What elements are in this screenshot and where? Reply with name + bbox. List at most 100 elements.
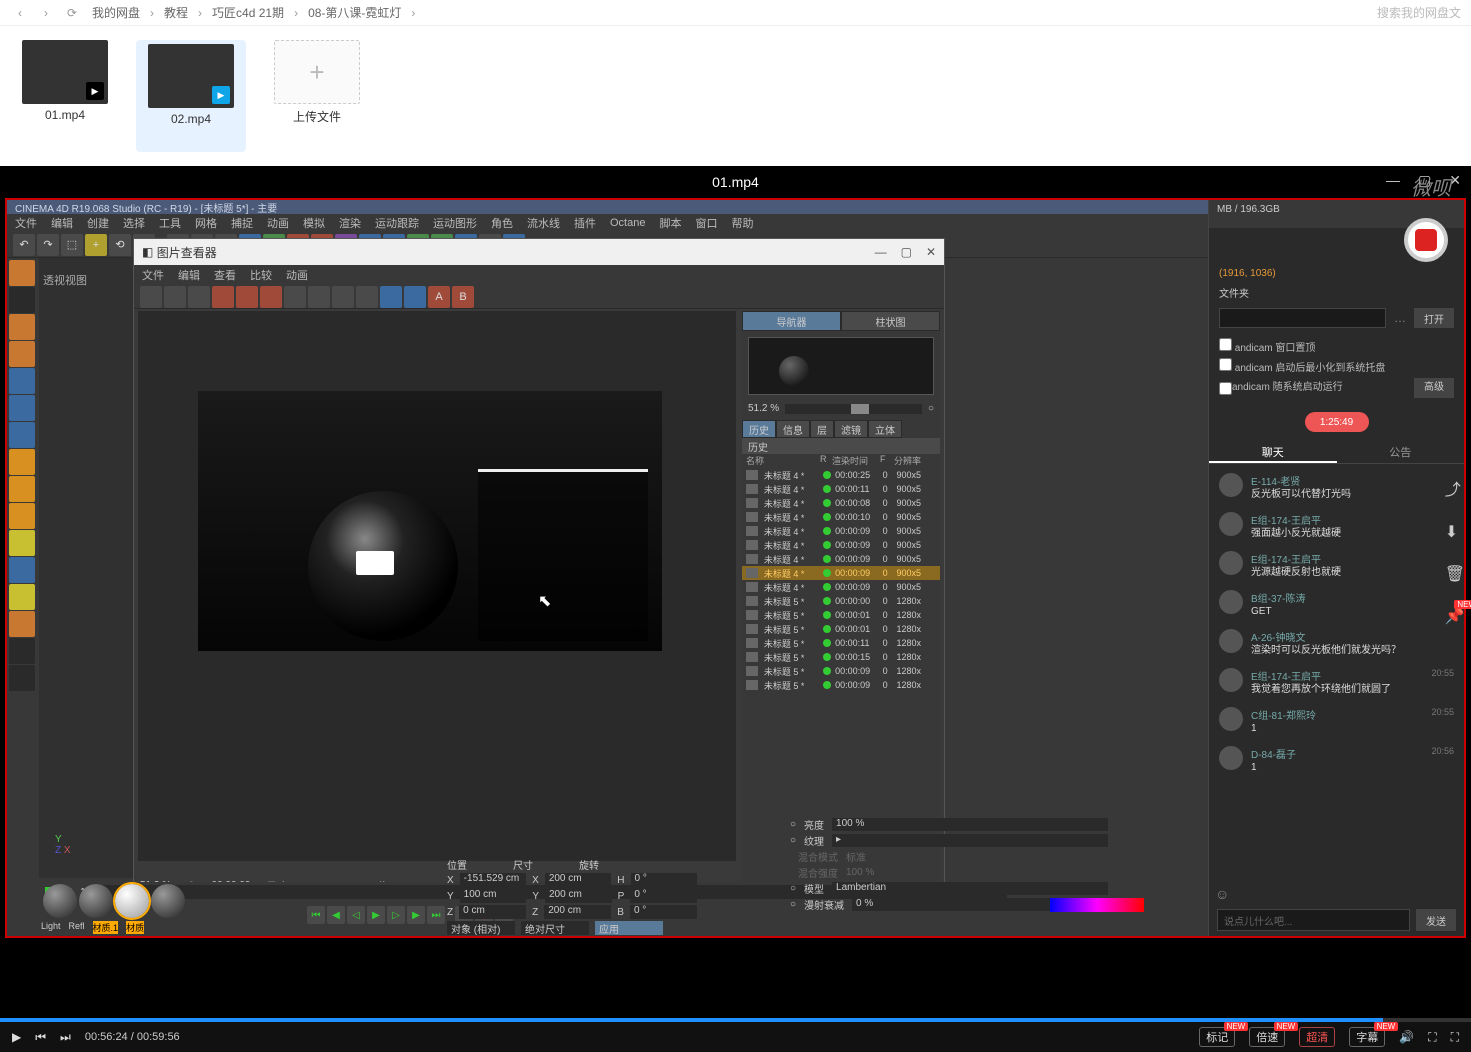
delete-icon[interactable]: 🗑 bbox=[1445, 564, 1465, 584]
model-select[interactable]: Lambertian bbox=[832, 882, 1108, 895]
menu-Octane[interactable]: Octane bbox=[610, 217, 645, 229]
crumb-1[interactable]: 教程 bbox=[164, 4, 188, 21]
prev-key-icon[interactable]: ◀ bbox=[327, 906, 345, 924]
mode-icon[interactable] bbox=[9, 449, 35, 475]
opt-startup[interactable] bbox=[1219, 382, 1232, 395]
menu-角色[interactable]: 角色 bbox=[491, 215, 513, 231]
emoji-icon[interactable]: ☺ bbox=[1215, 886, 1229, 902]
file-upload[interactable]: + 上传文件 bbox=[262, 40, 372, 152]
pv-tool-icon[interactable] bbox=[236, 286, 258, 308]
open-folder-button[interactable]: 打开 bbox=[1414, 308, 1454, 328]
material-light[interactable] bbox=[43, 884, 77, 918]
history-row[interactable]: 未标题 4 *00:00:090900x5 bbox=[742, 538, 940, 552]
pv-tool-icon[interactable] bbox=[380, 286, 402, 308]
mode-icon[interactable] bbox=[9, 584, 35, 610]
forward-button[interactable]: › bbox=[36, 3, 56, 23]
minimize-icon[interactable]: — bbox=[1386, 172, 1400, 189]
history-row[interactable]: 未标题 5 *00:00:0001280x bbox=[742, 594, 940, 608]
pip-icon[interactable]: ⛶ bbox=[1428, 1030, 1436, 1045]
tool-icon[interactable]: ↷ bbox=[37, 234, 59, 256]
mode-icon[interactable] bbox=[9, 341, 35, 367]
rot-h-field[interactable]: 0 ° bbox=[631, 873, 697, 887]
refresh-button[interactable]: ⟳ bbox=[62, 3, 82, 23]
mode-icon[interactable] bbox=[9, 665, 35, 691]
texture-field[interactable]: ▸ bbox=[832, 834, 1108, 847]
crumb-0[interactable]: 我的网盘 bbox=[92, 4, 140, 21]
history-row[interactable]: 未标题 5 *00:00:0901280x bbox=[742, 664, 940, 678]
tab-chat[interactable]: 聊天 bbox=[1209, 442, 1337, 463]
menu-运动图形[interactable]: 运动图形 bbox=[433, 215, 477, 231]
hist-tab-信息[interactable]: 信息 bbox=[776, 420, 810, 438]
hist-tab-滤镜[interactable]: 滤镜 bbox=[834, 420, 868, 438]
select-icon[interactable]: ⬚ bbox=[61, 234, 83, 256]
prev-frame-icon[interactable]: ◁ bbox=[347, 906, 365, 924]
pv-tool-icon[interactable]: B bbox=[452, 286, 474, 308]
chat-input[interactable]: 说点儿什么吧... bbox=[1217, 909, 1410, 931]
tab-navigator[interactable]: 导航器 bbox=[742, 311, 841, 331]
history-row[interactable]: 未标题 5 *00:00:0101280x bbox=[742, 622, 940, 636]
tab-histogram[interactable]: 柱状图 bbox=[841, 311, 940, 331]
zoom-slider[interactable] bbox=[785, 404, 922, 414]
mode-icon[interactable] bbox=[9, 260, 35, 286]
opt-tray[interactable] bbox=[1219, 358, 1232, 371]
min-icon[interactable]: — bbox=[875, 245, 887, 259]
menu-动画[interactable]: 动画 bbox=[267, 215, 289, 231]
send-button[interactable]: 发送 bbox=[1416, 909, 1456, 931]
pv-tool-icon[interactable] bbox=[356, 286, 378, 308]
material-1[interactable] bbox=[115, 884, 149, 918]
play-icon[interactable]: ▶ bbox=[367, 906, 385, 924]
menu-窗口[interactable]: 窗口 bbox=[695, 215, 717, 231]
hist-tab-层[interactable]: 层 bbox=[810, 420, 834, 438]
mode-icon[interactable] bbox=[9, 530, 35, 556]
mode-icon[interactable] bbox=[9, 557, 35, 583]
hist-tab-历史[interactable]: 历史 bbox=[742, 420, 776, 438]
menu-网格[interactable]: 网格 bbox=[195, 215, 217, 231]
size-z-field[interactable]: 200 cm bbox=[544, 905, 611, 919]
tool-icon[interactable]: ↶ bbox=[13, 234, 35, 256]
mode-icon[interactable] bbox=[9, 395, 35, 421]
mode-icon[interactable] bbox=[9, 476, 35, 502]
download-icon[interactable]: ⬇ bbox=[1445, 522, 1465, 542]
rot-b-field[interactable]: 0 ° bbox=[630, 905, 697, 919]
crumb-2[interactable]: 巧匠c4d 21期 bbox=[212, 4, 284, 21]
tab-announce[interactable]: 公告 bbox=[1337, 442, 1465, 463]
hist-tab-立体[interactable]: 立体 bbox=[868, 420, 902, 438]
menu-工具[interactable]: 工具 bbox=[159, 215, 181, 231]
file-02[interactable]: ▶ 02.mp4 bbox=[136, 40, 246, 152]
pv-titlebar[interactable]: ◧ 图片查看器 —▢✕ bbox=[134, 239, 944, 265]
size-mode[interactable]: 绝对尺寸 bbox=[521, 921, 589, 935]
mark-button[interactable]: 标记NEW bbox=[1199, 1027, 1235, 1047]
pv-tool-icon[interactable] bbox=[308, 286, 330, 308]
history-row[interactable]: 未标题 5 *00:00:1101280x bbox=[742, 636, 940, 650]
output-path[interactable] bbox=[1219, 308, 1386, 328]
prev-button[interactable]: ⏮ bbox=[35, 1030, 46, 1045]
move-icon[interactable]: + bbox=[85, 234, 107, 256]
file-01[interactable]: ▶ 01.mp4 bbox=[10, 40, 120, 152]
history-row[interactable]: 未标题 5 *00:00:0901280x bbox=[742, 678, 940, 692]
next-button[interactable]: ⏭ bbox=[60, 1030, 71, 1045]
pv-tool-icon[interactable] bbox=[188, 286, 210, 308]
menu-文件[interactable]: 文件 bbox=[15, 215, 37, 231]
material-default[interactable] bbox=[151, 884, 185, 918]
pin-icon[interactable]: 📌NEW bbox=[1445, 606, 1465, 626]
history-row[interactable]: 未标题 4 *00:00:250900x5 bbox=[742, 468, 940, 482]
close-icon[interactable]: ✕ bbox=[1449, 172, 1461, 189]
speed-button[interactable]: 倍速NEW bbox=[1249, 1027, 1285, 1047]
pv-tool-icon[interactable] bbox=[212, 286, 234, 308]
menu-模拟[interactable]: 模拟 bbox=[303, 215, 325, 231]
subtitle-button[interactable]: 字幕NEW bbox=[1349, 1027, 1385, 1047]
history-row[interactable]: 未标题 4 *00:00:090900x5 bbox=[742, 580, 940, 594]
pos-z-field[interactable]: 0 cm bbox=[459, 905, 526, 919]
nav-thumbnail[interactable] bbox=[748, 337, 934, 395]
size-y-field[interactable]: 200 cm bbox=[545, 889, 612, 903]
history-row[interactable]: 未标题 4 *00:00:090900x5 bbox=[742, 566, 940, 580]
color-gradient[interactable] bbox=[1050, 898, 1144, 912]
advanced-button[interactable]: 高级 bbox=[1414, 378, 1454, 398]
zoom-reset-icon[interactable]: ○ bbox=[928, 403, 934, 414]
menu-运动跟踪[interactable]: 运动跟踪 bbox=[375, 215, 419, 231]
back-button[interactable]: ‹ bbox=[10, 3, 30, 23]
coord-mode[interactable]: 对象 (相对) bbox=[447, 921, 515, 935]
menu-帮助[interactable]: 帮助 bbox=[731, 215, 753, 231]
pv-tool-icon[interactable] bbox=[284, 286, 306, 308]
size-x-field[interactable]: 200 cm bbox=[545, 873, 611, 887]
